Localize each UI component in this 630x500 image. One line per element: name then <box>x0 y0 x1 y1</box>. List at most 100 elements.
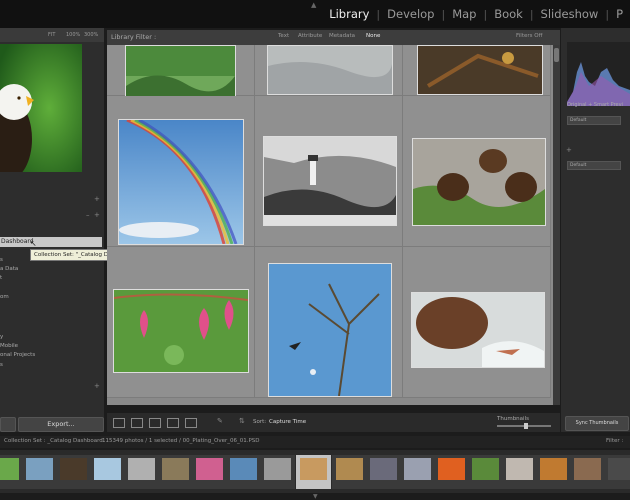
collection-row-selected[interactable]: Dashboard <box>0 237 102 247</box>
module-map[interactable]: Map <box>445 7 483 21</box>
thumbnails-label: Thumbnails <box>497 416 529 422</box>
collection-row[interactable]: s <box>0 362 3 368</box>
grid-cell[interactable] <box>255 45 403 96</box>
filmstrip-thumb[interactable] <box>192 455 227 489</box>
photo-thumbnail[interactable] <box>268 263 392 397</box>
export-button[interactable]: Export... <box>18 417 104 432</box>
filmstrip-thumb[interactable] <box>260 455 295 489</box>
saved-preset-select[interactable]: Default <box>567 116 621 125</box>
import-button[interactable] <box>0 417 16 432</box>
module-library[interactable]: Library <box>322 7 376 21</box>
filmstrip-thumb[interactable] <box>570 455 605 489</box>
left-panel: FIT 100% 300% + – + Dashboard ↖ s a Data… <box>0 28 104 432</box>
grid-cell[interactable] <box>403 96 551 247</box>
collection-row[interactable]: onal Projects <box>0 352 35 358</box>
histogram-label: Original + Smart Previ <box>567 102 623 108</box>
grid-cell[interactable] <box>107 247 255 398</box>
collection-row[interactable]: s <box>0 257 3 263</box>
cursor-icon: ↖ <box>30 239 37 248</box>
add-icon-3[interactable]: + <box>94 382 100 390</box>
photo-thumbnail[interactable] <box>412 138 546 226</box>
filmstrip-thumb[interactable] <box>22 455 57 489</box>
collection-row[interactable]: Mobile <box>0 343 18 349</box>
navigator-preview[interactable] <box>0 44 82 172</box>
filmstrip-thumb[interactable] <box>536 455 571 489</box>
painter-icon[interactable]: ✎ <box>217 417 223 425</box>
zoom-fit[interactable]: FIT <box>48 32 55 38</box>
filmstrip-thumb[interactable] <box>604 455 630 489</box>
photo-grid <box>107 45 553 405</box>
photo-thumbnail[interactable] <box>113 289 249 373</box>
photo-thumbnail[interactable] <box>417 45 543 95</box>
filter-tab-metadata[interactable]: Metadata <box>329 33 355 39</box>
grid-view-icon[interactable] <box>113 418 125 428</box>
thumbnail-slider-knob[interactable] <box>524 423 528 429</box>
grid-cell[interactable] <box>255 96 403 247</box>
add-icon-2[interactable]: + <box>94 211 100 219</box>
filmstrip-thumb[interactable] <box>56 455 91 489</box>
zoom-300[interactable]: 300% <box>84 32 98 38</box>
filter-title: Library Filter : <box>111 33 157 41</box>
module-print[interactable]: P <box>609 7 630 21</box>
filmstrip-thumb[interactable] <box>124 455 159 489</box>
filmstrip-thumb[interactable] <box>226 455 261 489</box>
collection-row[interactable]: om <box>0 294 9 300</box>
filmstrip-thumb-selected[interactable] <box>296 455 331 489</box>
filmstrip-thumb[interactable] <box>468 455 503 489</box>
add-icon-right[interactable]: + <box>566 146 572 154</box>
sort-select[interactable]: Capture Time <box>269 419 306 425</box>
filmstrip-thumb[interactable] <box>332 455 367 489</box>
photo-thumbnail[interactable] <box>118 119 244 245</box>
collapse-filmstrip-icon[interactable]: ▼ <box>313 493 318 500</box>
filter-tab-attribute[interactable]: Attribute <box>298 33 322 39</box>
add-icon[interactable]: + <box>94 195 100 203</box>
filmstrip-thumb[interactable] <box>366 455 401 489</box>
filter-label: Filter : <box>606 438 624 444</box>
library-filter-bar: Library Filter : Text Attribute Metadata… <box>107 30 560 45</box>
sync-thumbnails-button[interactable]: Sync Thumbnails <box>565 416 629 431</box>
grid-cell[interactable] <box>255 247 403 398</box>
right-panel: Original + Smart Previ Default + Default… <box>561 28 630 432</box>
grid-cell[interactable] <box>107 96 255 247</box>
filmstrip-thumb[interactable] <box>434 455 469 489</box>
minus-icon[interactable]: – <box>86 211 90 219</box>
filters-off-toggle[interactable]: Filters Off <box>516 33 542 39</box>
collection-row[interactable]: a Data <box>0 266 18 272</box>
selection-info: 115349 photos / 1 selected / 00_Plating_… <box>102 438 260 444</box>
grid-cell[interactable] <box>403 247 551 398</box>
preset-select[interactable]: Default <box>567 161 621 170</box>
photo-thumbnail[interactable] <box>411 292 545 368</box>
navigator-header: FIT 100% 300% <box>0 28 104 42</box>
grid-cell[interactable] <box>107 45 255 99</box>
loupe-view-icon[interactable] <box>131 418 143 428</box>
zoom-100[interactable]: 100% <box>66 32 80 38</box>
module-book[interactable]: Book <box>487 7 530 21</box>
filmstrip <box>0 450 630 493</box>
grid-cell[interactable] <box>403 45 551 96</box>
collection-row[interactable]: t <box>0 275 2 281</box>
filter-tab-text[interactable]: Text <box>278 33 289 39</box>
photo-thumbnail[interactable] <box>263 136 397 226</box>
filmstrip-thumb[interactable] <box>90 455 125 489</box>
photo-thumbnail[interactable] <box>267 45 393 95</box>
module-picker: ▲ Library | Develop | Map | Book | Slide… <box>0 0 630 28</box>
collection-row[interactable]: y <box>0 334 3 340</box>
module-develop[interactable]: Develop <box>380 7 441 21</box>
compare-view-icon[interactable] <box>149 418 161 428</box>
people-view-icon[interactable] <box>185 418 197 428</box>
grid-scrollbar[interactable] <box>553 45 560 405</box>
module-slideshow[interactable]: Slideshow <box>534 7 606 21</box>
filmstrip-thumb[interactable] <box>400 455 435 489</box>
filmstrip-thumb[interactable] <box>502 455 537 489</box>
survey-view-icon[interactable] <box>167 418 179 428</box>
photo-thumbnail[interactable] <box>125 45 236 99</box>
filmstrip-thumb[interactable] <box>158 455 193 489</box>
filter-tab-none[interactable]: None <box>366 33 380 39</box>
filmstrip-thumb[interactable] <box>0 455 23 489</box>
sort-direction-icon[interactable]: ⇅ <box>239 417 245 425</box>
scrollbar-thumb[interactable] <box>554 48 559 62</box>
collapse-top-panel-icon[interactable]: ▲ <box>311 1 316 9</box>
source-label[interactable]: Collection Set : _Catalog Dashboard <box>4 438 103 444</box>
filmstrip-info-bar: Collection Set : _Catalog Dashboard 1153… <box>0 436 630 448</box>
histogram <box>567 42 630 106</box>
